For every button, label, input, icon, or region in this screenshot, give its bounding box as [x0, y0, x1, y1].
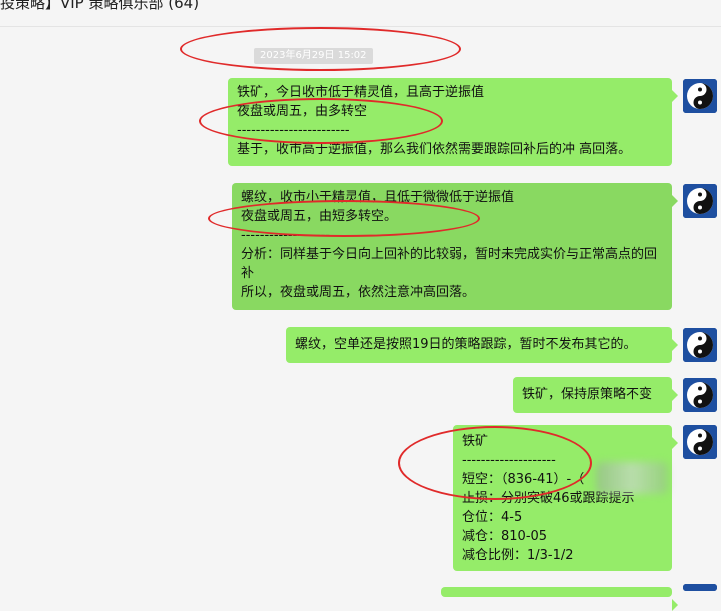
message-line: 螺纹，空单还是按照19日的策略跟踪，暂时不发布其它的。 — [295, 337, 637, 352]
yin-yang-icon[interactable] — [683, 79, 717, 113]
message-line: 螺纹，收市小于精灵值，且低于微微低于逆振值 — [241, 190, 515, 205]
yin-yang-icon[interactable] — [683, 584, 717, 591]
redacted-area — [596, 462, 668, 494]
message-line: ------------------------ — [237, 123, 350, 138]
message-line: 铁矿，今日收市低于精灵值，且高于逆振值 — [237, 85, 485, 100]
chat-message-2[interactable]: 螺纹，收市小于精灵值，且低于微微低于逆振值 夜盘或周五，由短多转空。 -----… — [232, 183, 678, 310]
message-line: 仓位：4-5 — [462, 510, 523, 525]
message-line: 铁矿 — [462, 434, 489, 449]
chat-message-5[interactable]: 铁矿 -------------------- 短空：（836-41）-（ 止损… — [453, 425, 678, 571]
message-line: 夜盘或周五，由多转空 — [237, 104, 368, 119]
chat-message-partial[interactable] — [441, 587, 678, 611]
message-line: ------------------- — [241, 228, 331, 243]
message-line: 减仓：810-05 — [462, 529, 548, 544]
message-line: 夜盘或周五，由短多转空。 — [241, 209, 398, 224]
window-title: 投策略】VIP 策略俱乐部 (64) — [0, 0, 200, 12]
message-line: 所以，夜盘或周五，依然注意冲高回落。 — [241, 285, 476, 300]
chat-message-1[interactable]: 铁矿，今日收市低于精灵值，且高于逆振值 夜盘或周五，由多转空 ---------… — [228, 78, 678, 166]
message-timestamp: 2023年6月29日 15:02 — [254, 48, 373, 64]
message-line: 铁矿，保持原策略不变 — [522, 387, 653, 402]
yin-yang-icon[interactable] — [683, 378, 717, 412]
chat-message-4[interactable]: 铁矿，保持原策略不变 — [513, 377, 678, 413]
chat-message-3[interactable]: 螺纹，空单还是按照19日的策略跟踪，暂时不发布其它的。 — [286, 327, 678, 363]
message-line: 分析：同样基于今日向上回补的比较弱，暂时未完成实价与正常高点的回补 — [241, 247, 658, 281]
window-titlebar: 投策略】VIP 策略俱乐部 (64) — [0, 0, 721, 27]
yin-yang-icon[interactable] — [683, 425, 717, 459]
yin-yang-icon[interactable] — [683, 328, 717, 362]
message-line: 减仓比例：1/3-1/2 — [462, 548, 574, 563]
yin-yang-icon[interactable] — [683, 184, 717, 218]
message-line: 基于，收市高于逆振值，那么我们依然需要跟踪回补后的冲 高回落。 — [237, 142, 632, 157]
